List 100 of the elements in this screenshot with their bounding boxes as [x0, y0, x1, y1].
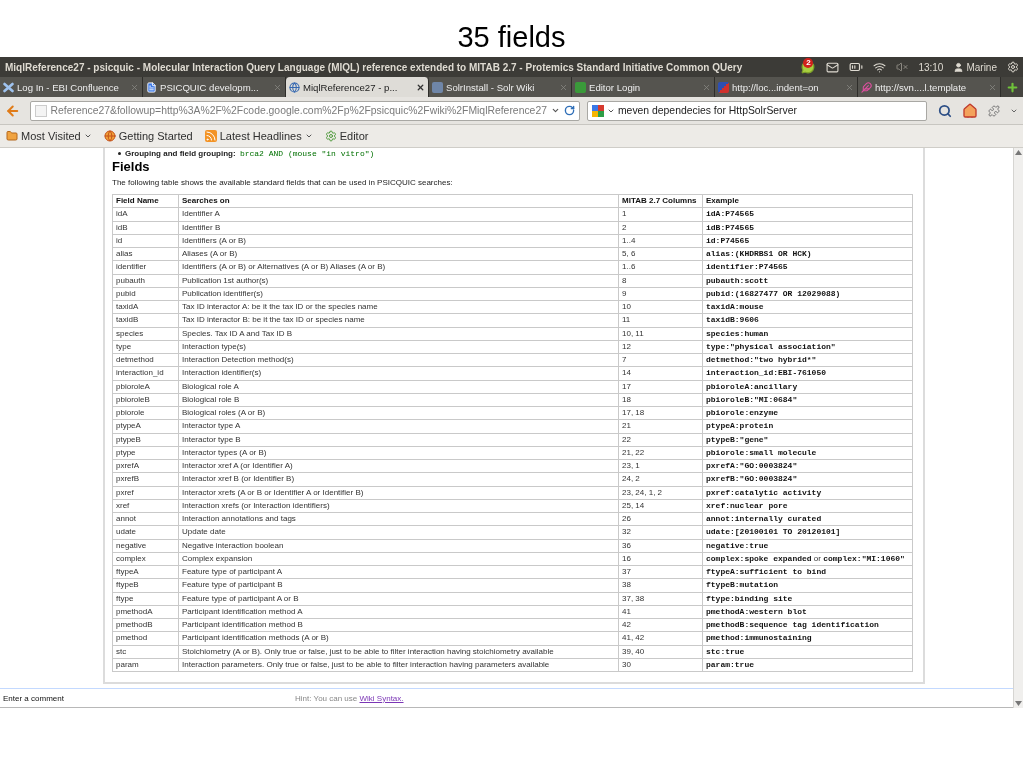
clock-text[interactable]: 13:10: [918, 61, 944, 73]
table-cell: Interaction Detection method(s): [178, 353, 619, 367]
browser-tab[interactable]: PSICQUIC developm...: [143, 77, 286, 97]
tile-icon: [432, 81, 443, 93]
table-cell: 1..4: [618, 234, 703, 248]
table-cell: Feature type of participant A or B: [178, 592, 619, 606]
settings-icon[interactable]: [1007, 61, 1019, 73]
table-cell: species:human: [702, 327, 913, 341]
column-header: Searches on: [178, 194, 619, 208]
table-cell: pxrefB:"GO:0003824": [702, 472, 913, 486]
table-cell: 41, 42: [618, 631, 703, 645]
table-cell: Interactor xref B (or Identifier B): [178, 472, 619, 486]
table-cell: id: [112, 234, 179, 248]
table-cell: pmethodB: [112, 618, 179, 632]
table-cell: negative:true: [702, 539, 913, 553]
table-cell: pbioroleB:"MI:0684": [702, 393, 913, 407]
table-cell: alias:(KHDRBS1 OR HCK): [702, 247, 913, 261]
search-field[interactable]: meven dependecies for HttpSolrServer: [586, 100, 927, 121]
table-cell: Identifiers (A or B) or Alternatives (A or B) Aliases (A or B): [178, 260, 619, 274]
volume-muted-icon[interactable]: [896, 61, 909, 73]
table-cell: 32: [618, 525, 703, 539]
browser-tab[interactable]: http://svn....l.template: [858, 77, 1001, 97]
section-heading: Fields: [112, 160, 151, 174]
browser-tab[interactable]: Editor Login: [572, 77, 715, 97]
bookmark-item[interactable]: Editor: [322, 130, 371, 142]
reload-icon[interactable]: [563, 105, 575, 116]
table-cell: stc: [112, 645, 179, 659]
table-cell: 10, 11: [618, 327, 703, 341]
table-cell: 37: [618, 565, 703, 579]
table-cell: pmethod:immunostaining: [702, 631, 913, 645]
battery-icon[interactable]: [849, 60, 864, 74]
table-cell: Tax ID interactor B: be it the tax ID or species name: [178, 313, 619, 327]
table-cell: param: [112, 658, 179, 672]
bookmark-item[interactable]: Most Visited: [4, 130, 94, 142]
table-cell: Update date: [178, 525, 619, 539]
table-cell: pxrefA:"GO:0003824": [702, 459, 913, 473]
table-cell: ptypeB:"gene": [702, 433, 913, 447]
table-cell: 42: [618, 618, 703, 632]
bookmark-item[interactable]: Latest Headlines: [202, 130, 315, 142]
cross-icon: [3, 81, 14, 93]
wifi-icon[interactable]: [873, 60, 887, 74]
table-cell: id:P74565: [702, 234, 913, 248]
wiki-syntax-link[interactable]: Wiki Syntax.: [359, 693, 404, 703]
page-icon: [34, 104, 47, 117]
table-cell: Feature type of participant B: [178, 578, 619, 592]
caret-icon[interactable]: [550, 106, 560, 115]
puzzle-icon[interactable]: [988, 104, 1000, 117]
table-cell: ftype:binding site: [702, 592, 913, 606]
table-cell: 41: [618, 605, 703, 619]
table-cell: Participant identification method B: [178, 618, 619, 632]
table-cell: pmethodA:western blot: [702, 605, 913, 619]
browser-tab[interactable]: http://loc...indent=on: [715, 77, 858, 97]
table-cell: pubid: [112, 287, 179, 301]
caret-icon[interactable]: [304, 132, 313, 140]
table-cell: ptypeB: [112, 433, 179, 447]
grid-icon[interactable]: [591, 104, 604, 117]
scroll-up-icon[interactable]: [1015, 150, 1022, 155]
table-cell: 14: [618, 366, 703, 380]
table-cell: Interaction identifier(s): [178, 366, 619, 380]
tile-icon: [718, 81, 729, 93]
search-icon[interactable]: [938, 103, 952, 118]
close-icon[interactable]: [416, 82, 425, 92]
table-cell: idA: [112, 207, 179, 221]
scroll-down-icon[interactable]: [1015, 701, 1022, 706]
browser-tab[interactable]: Log In - EBI Confluence: [0, 77, 143, 97]
table-cell: ptypeA: [112, 419, 179, 433]
table-cell: 18: [618, 393, 703, 407]
table-cell: pmethod: [112, 631, 179, 645]
table-cell: pbioroleA: [112, 380, 179, 394]
table-cell: detmethod: [112, 353, 179, 367]
table-cell: 17: [618, 380, 703, 394]
user-name[interactable]: Marine: [966, 61, 997, 73]
table-cell: 39, 40: [618, 645, 703, 659]
bookmark-item[interactable]: Getting Started: [101, 130, 195, 142]
table-cell: Aliases (A or B): [178, 247, 619, 261]
table-cell: taxidA:mouse: [702, 300, 913, 314]
table-cell: pxref:catalytic activity: [702, 486, 913, 500]
url-field[interactable]: Reference27&followup=http%3A%2F%2Fcode.google.com%2Fp%2Fpsicquic%2Fwiki%2FMiqlReference27: [29, 100, 580, 121]
table-cell: 12: [618, 340, 703, 354]
table-cell: complex: [112, 552, 179, 566]
table-cell: Interactor types (A or B): [178, 446, 619, 460]
table-cell: Interaction annotations and tags: [178, 512, 619, 526]
browser-tab[interactable]: SolrInstall - Solr Wiki: [429, 77, 572, 97]
table-cell: ptypeA:protein: [702, 419, 913, 433]
slide-title: 35 fields: [457, 23, 566, 52]
table-cell: 25, 14: [618, 499, 703, 513]
table-cell: 7: [618, 353, 703, 367]
home-icon[interactable]: [962, 102, 978, 119]
table-cell: taxidA: [112, 300, 179, 314]
table-cell: 24, 2: [618, 472, 703, 486]
table-cell: taxidB:9606: [702, 313, 913, 327]
table-cell: udate:[20100101 TO 20120101]: [702, 525, 913, 539]
caret-icon[interactable]: [83, 132, 92, 140]
mail-icon[interactable]: [826, 60, 840, 74]
browser-tab[interactable]: MiqlReference27 - p...: [286, 77, 429, 97]
user-icon[interactable]: [953, 61, 965, 73]
window-title: MiqlReference27 - psicquic - Molecular Interaction Query Language (MIQL) reference extended to MITAB 2.7 - Protemics Standard Initiative Common QUery: [5, 61, 743, 73]
scrollbar[interactable]: [1013, 148, 1023, 708]
table-cell: 23, 24, 1, 2: [618, 486, 703, 500]
back-icon[interactable]: [5, 102, 21, 119]
